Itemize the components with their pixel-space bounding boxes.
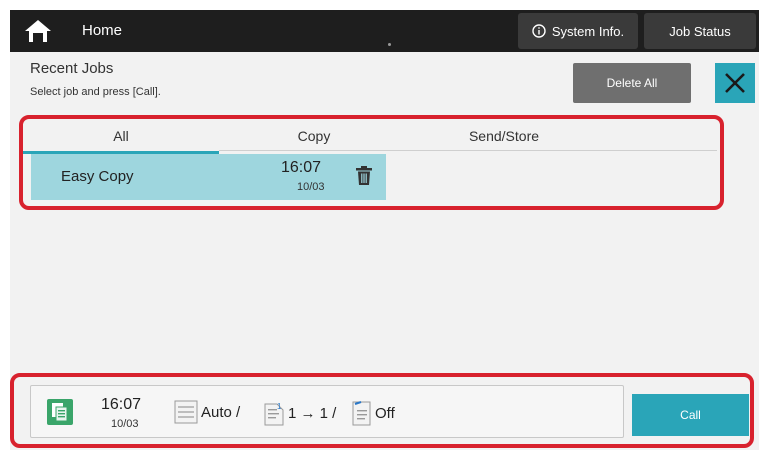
- job-name: Easy Copy: [61, 168, 134, 185]
- system-info-label: System Info.: [551, 23, 625, 39]
- tab-send-store[interactable]: Send/Store: [409, 123, 599, 151]
- paper-setting-label: Auto /: [201, 403, 241, 421]
- delete-all-button[interactable]: Delete All: [573, 63, 691, 103]
- duplex-setting: 1 1 → 1 /: [263, 400, 336, 426]
- paper-setting: Auto /: [174, 400, 240, 424]
- duplex-icon: 1: [264, 402, 284, 426]
- call-label: Call: [680, 408, 701, 422]
- staple-setting-label: Off: [375, 404, 395, 422]
- job-time: 16:07: [281, 159, 322, 176]
- home-label: Home: [82, 22, 123, 39]
- tab-divider: [219, 150, 717, 151]
- page-subtitle: Select job and press [Call].: [30, 86, 161, 98]
- paper-tray-icon: [174, 400, 198, 424]
- job-item[interactable]: Easy Copy 16:07 10/03: [31, 154, 386, 200]
- tab-copy[interactable]: Copy: [219, 123, 409, 151]
- screen: Home System Info. Job Status Recent Jobs…: [10, 10, 759, 450]
- home-button[interactable]: [10, 10, 65, 52]
- top-bar: Home System Info. Job Status: [10, 10, 759, 52]
- copy-mode-icon: [47, 399, 73, 425]
- selected-job-time: 16:07: [101, 396, 142, 413]
- selected-job-date: 10/03: [111, 418, 139, 430]
- delete-all-label: Delete All: [606, 76, 658, 90]
- status-dot: [388, 43, 391, 46]
- trash-icon[interactable]: [356, 166, 372, 186]
- call-button[interactable]: Call: [632, 394, 749, 436]
- recent-jobs-panel: All Copy Send/Store Easy Copy 16:07 10/0…: [19, 115, 724, 210]
- tab-all[interactable]: All: [23, 123, 219, 154]
- job-status-label: Job Status: [669, 23, 731, 39]
- page-title: Recent Jobs: [30, 60, 114, 77]
- info-icon: [532, 24, 546, 38]
- duplex-setting-label: 1 → 1 /: [288, 404, 337, 422]
- system-info-button[interactable]: System Info.: [518, 13, 638, 49]
- svg-text:1: 1: [277, 402, 282, 411]
- selected-job-panel: 16:07 10/03 Auto / 1 1 → 1 / Off Call: [10, 373, 754, 448]
- close-button[interactable]: [715, 63, 755, 103]
- staple-icon: [352, 401, 371, 426]
- close-icon: [725, 73, 745, 93]
- staple-setting: Off: [352, 400, 395, 426]
- home-icon: [24, 20, 51, 42]
- job-status-button[interactable]: Job Status: [644, 13, 756, 49]
- job-date: 10/03: [297, 181, 325, 193]
- selected-job-info: 16:07 10/03 Auto / 1 1 → 1 / Off: [30, 385, 624, 438]
